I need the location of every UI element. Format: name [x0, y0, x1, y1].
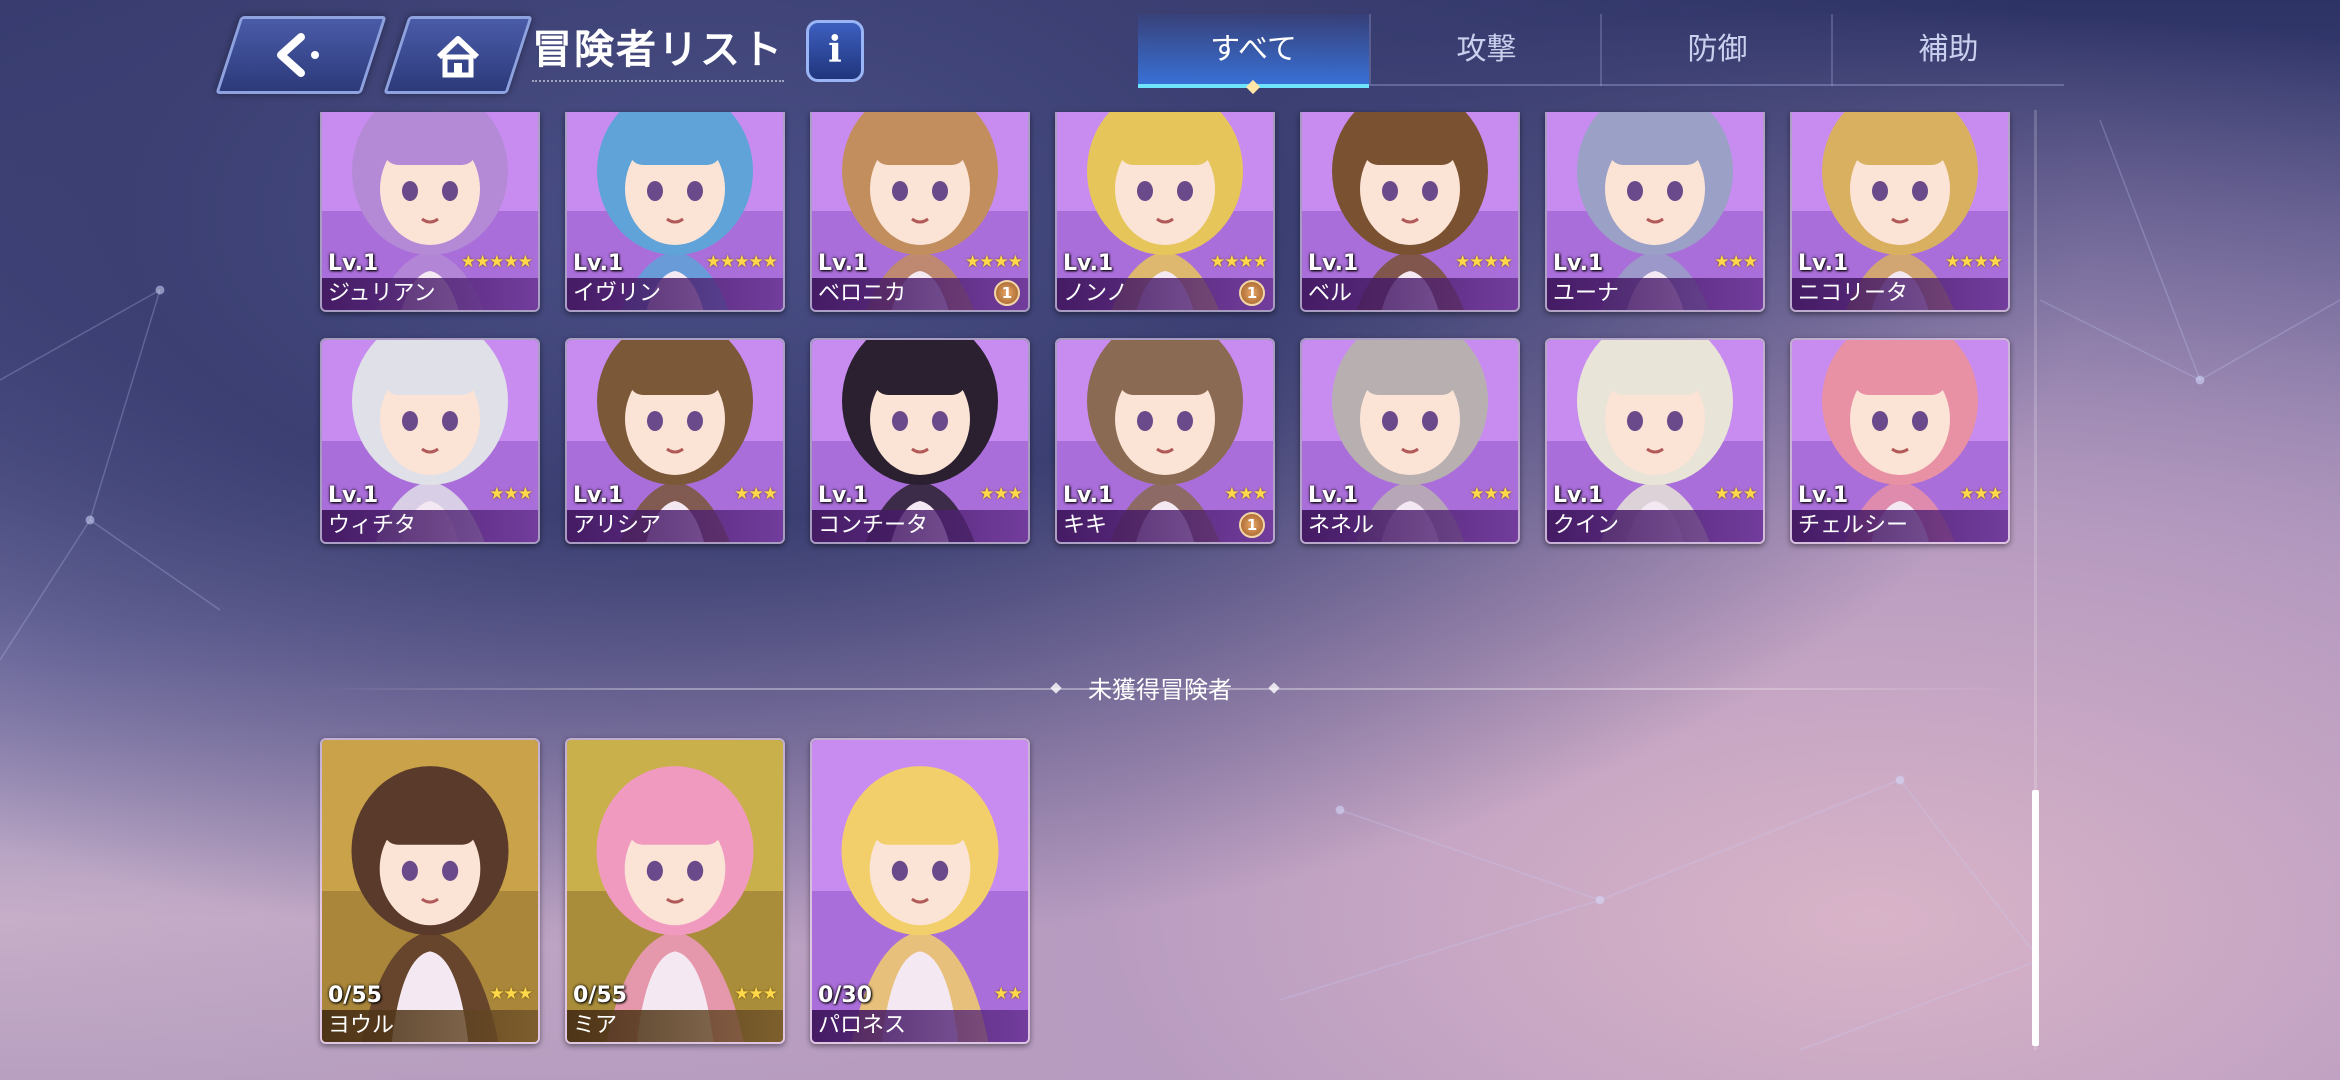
level-label: Lv.1	[1308, 251, 1359, 276]
adventurer-name: ジュリアン	[322, 278, 538, 310]
rarity-stars-icon: ★★★★★	[460, 252, 533, 272]
rarity-stars-icon: ★★	[993, 984, 1024, 1004]
level-label: Lv.1	[1798, 483, 1849, 508]
adventurer-card[interactable]: Lv.1 ★★★ ウィチタ	[320, 338, 540, 544]
rarity-stars-icon: ★★★	[489, 484, 533, 504]
rarity-stars-icon: ★★★★	[965, 252, 1023, 272]
shard-progress: 0/55	[573, 983, 627, 1008]
level-label: Lv.1	[1063, 483, 1114, 508]
rarity-stars-icon: ★★★★	[1210, 252, 1268, 272]
adventurer-name: チェルシー	[1792, 510, 2008, 542]
adventurer-card[interactable]: Lv.1 ★★★★ ニコリータ	[1790, 112, 2010, 312]
adventurer-name: ユーナ	[1547, 278, 1763, 310]
rarity-stars-icon: ★★★	[979, 484, 1023, 504]
rarity-stars-icon: ★★★	[1959, 484, 2003, 504]
level-label: Lv.1	[328, 483, 379, 508]
adventurer-card[interactable]: 0/55 ★★★ ミア	[565, 738, 785, 1044]
adventurer-card[interactable]: Lv.1 ★★★ チェルシー	[1790, 338, 2010, 544]
count-badge: 1	[1239, 280, 1265, 306]
shard-progress: 0/55	[328, 983, 382, 1008]
level-label: Lv.1	[573, 251, 624, 276]
adventurer-name: ミア	[567, 1010, 783, 1042]
unowned-section-label: 未獲得冒険者	[1088, 676, 1232, 704]
adventurer-grid: Lv.1 ★★★★★ ジュリアン Lv.1 ★★★★★ イヴリン Lv.1 ★★★★ ベロニ…	[0, 0, 2340, 1080]
rarity-stars-icon: ★★★	[734, 984, 778, 1004]
adventurer-card[interactable]: Lv.1 ★★★ アリシア	[565, 338, 785, 544]
count-badge: 1	[994, 280, 1020, 306]
adventurer-name: ニコリータ	[1792, 278, 2008, 310]
rarity-stars-icon: ★★★★★	[705, 252, 778, 272]
adventurer-card[interactable]: Lv.1 ★★★ クイン	[1545, 338, 1765, 544]
adventurer-card[interactable]: Lv.1 ★★★★ ベロニカ 1	[810, 112, 1030, 312]
level-label: Lv.1	[1063, 251, 1114, 276]
level-label: Lv.1	[1553, 251, 1604, 276]
rarity-stars-icon: ★★★	[1714, 484, 1758, 504]
adventurer-name: クイン	[1547, 510, 1763, 542]
level-label: Lv.1	[818, 483, 869, 508]
adventurer-name: パロネス	[812, 1010, 1028, 1042]
adventurer-card[interactable]: 0/30 ★★ パロネス	[810, 738, 1030, 1044]
level-label: Lv.1	[573, 483, 624, 508]
adventurer-card[interactable]: Lv.1 ★★★★ ベル	[1300, 112, 1520, 312]
adventurer-name: コンチータ	[812, 510, 1028, 542]
count-badge: 1	[1239, 512, 1265, 538]
level-label: Lv.1	[328, 251, 379, 276]
adventurer-card[interactable]: Lv.1 ★★★ コンチータ	[810, 338, 1030, 544]
adventurer-card[interactable]: Lv.1 ★★★★★ ジュリアン	[320, 112, 540, 312]
level-label: Lv.1	[1553, 483, 1604, 508]
rarity-stars-icon: ★★★	[734, 484, 778, 504]
rarity-stars-icon: ★★★	[1469, 484, 1513, 504]
adventurer-card[interactable]: Lv.1 ★★★ ユーナ	[1545, 112, 1765, 312]
adventurer-name: ウィチタ	[322, 510, 538, 542]
adventurer-card[interactable]: 0/55 ★★★ ヨウル	[320, 738, 540, 1044]
level-label: Lv.1	[1798, 251, 1849, 276]
shard-progress: 0/30	[818, 983, 872, 1008]
rarity-stars-icon: ★★★★	[1455, 252, 1513, 272]
adventurer-name: アリシア	[567, 510, 783, 542]
level-label: Lv.1	[1308, 483, 1359, 508]
adventurer-card[interactable]: Lv.1 ★★★ キキ 1	[1055, 338, 1275, 544]
rarity-stars-icon: ★★★	[1224, 484, 1268, 504]
rarity-stars-icon: ★★★	[1714, 252, 1758, 272]
adventurer-card[interactable]: Lv.1 ★★★★★ イヴリン	[565, 112, 785, 312]
adventurer-name: ネネル	[1302, 510, 1518, 542]
adventurer-name: ベル	[1302, 278, 1518, 310]
level-label: Lv.1	[818, 251, 869, 276]
rarity-stars-icon: ★★★★	[1945, 252, 2003, 272]
adventurer-name: イヴリン	[567, 278, 783, 310]
adventurer-card[interactable]: Lv.1 ★★★ ネネル	[1300, 338, 1520, 544]
adventurer-card[interactable]: Lv.1 ★★★★ ノンノ 1	[1055, 112, 1275, 312]
rarity-stars-icon: ★★★	[489, 984, 533, 1004]
adventurer-name: ヨウル	[322, 1010, 538, 1042]
